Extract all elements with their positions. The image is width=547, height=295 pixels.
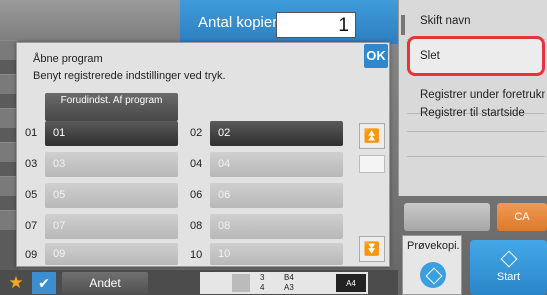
action-panel: Skift navn Slet Registrer under foretruk… (398, 0, 547, 196)
scroll-down-icon[interactable]: ⏬ (359, 236, 385, 262)
program-button-04[interactable]: 04 (210, 152, 343, 177)
program-button-09[interactable]: 09 (45, 243, 178, 265)
program-number: 10 (190, 249, 203, 261)
start-button[interactable]: Start (470, 240, 547, 295)
program-number: 03 (25, 158, 38, 170)
tray-row1-number: 3 (260, 273, 265, 282)
program-button-06[interactable]: 06 (210, 183, 343, 208)
check-icon[interactable]: ✔ (32, 272, 56, 294)
paper-status: 3 B4 4 A3 A4 (200, 272, 368, 294)
star-icon[interactable]: ★ (4, 272, 28, 294)
program-number: 04 (190, 158, 203, 170)
tray-row2-number: 4 (260, 283, 265, 292)
scroll-up-icon[interactable]: ⏫ (359, 123, 385, 149)
copies-header: Antal kopier 1 (180, 0, 398, 44)
paper-size-badge: A4 (336, 274, 366, 292)
program-number: 02 (190, 127, 203, 139)
program-number: 01 (25, 127, 38, 139)
menu-item-delete[interactable]: Slet (407, 36, 545, 76)
dialog-description: Benyt registrerede indstillinger ved try… (33, 70, 226, 82)
ca-button[interactable]: CA (497, 203, 547, 231)
menu-item-rename[interactable]: Skift navn (407, 4, 545, 40)
preview-copy-button[interactable]: Prøvekopi. (402, 235, 462, 295)
preview-copy-label: Prøvekopi. (407, 240, 460, 252)
start-diamond-icon (500, 250, 517, 268)
program-number: 08 (190, 220, 203, 232)
program-number: 06 (190, 189, 203, 201)
open-program-dialog: Åbne program Benyt registrerede indstill… (16, 42, 390, 267)
program-button-03[interactable]: 03 (45, 152, 178, 177)
preview-diamond-icon (420, 262, 446, 288)
panel-arrow-icon (401, 15, 405, 35)
menu-divider (407, 156, 545, 157)
preset-program-button[interactable]: Forudindst. Af program (45, 93, 178, 121)
small-side-button[interactable] (404, 203, 490, 231)
program-number: 07 (25, 220, 38, 232)
tray-icon (232, 274, 250, 292)
tray-row1-size: B4 (284, 273, 294, 282)
program-button-08[interactable]: 08 (210, 214, 343, 239)
dialog-title: Åbne program (33, 53, 103, 65)
program-button-10[interactable]: 10 (210, 243, 343, 265)
tray-row2-size: A3 (284, 283, 294, 292)
ok-button[interactable]: OK (364, 44, 388, 68)
program-button-02[interactable]: 02 (210, 121, 343, 146)
scrollbar[interactable] (359, 155, 385, 173)
copies-label: Antal kopier (198, 13, 278, 31)
program-button-07[interactable]: 07 (45, 214, 178, 239)
other-button[interactable]: Andet (62, 272, 148, 294)
program-button-05[interactable]: 05 (45, 183, 178, 208)
program-button-01[interactable]: 01 (45, 121, 178, 146)
start-label: Start (496, 271, 521, 283)
copies-input[interactable]: 1 (276, 12, 356, 38)
menu-item-register-home[interactable]: Registrer til startside (407, 96, 545, 132)
program-number: 09 (25, 249, 38, 261)
program-number: 05 (25, 189, 38, 201)
